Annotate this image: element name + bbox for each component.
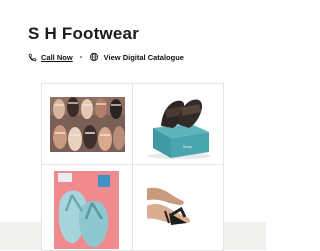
view-catalogue-button[interactable]: View Digital Catalogue (89, 52, 184, 62)
gallery-item-2[interactable]: Samp (133, 84, 224, 165)
sandal-on-foot-photo (147, 171, 193, 233)
separator-dot (79, 56, 82, 58)
gallery-item-1[interactable] (42, 84, 133, 165)
store-title: S H Footwear (28, 24, 140, 43)
gallery-item-4[interactable] (133, 165, 224, 251)
assorted-sandals-photo (50, 97, 125, 152)
call-now-button[interactable]: Call Now (28, 53, 73, 62)
call-now-label: Call Now (41, 52, 73, 62)
globe-icon (89, 52, 99, 62)
action-bar: Call Now View Digital Catalogue (28, 51, 184, 63)
view-catalogue-label: View Digital Catalogue (103, 52, 184, 62)
gallery-item-3[interactable] (42, 165, 133, 251)
svg-text:Samp: Samp (183, 144, 192, 149)
slides-on-shoebox-photo: Samp (143, 88, 215, 161)
product-gallery: Samp (41, 83, 224, 251)
flip-flops-photo (54, 171, 119, 249)
phone-icon (28, 53, 37, 62)
